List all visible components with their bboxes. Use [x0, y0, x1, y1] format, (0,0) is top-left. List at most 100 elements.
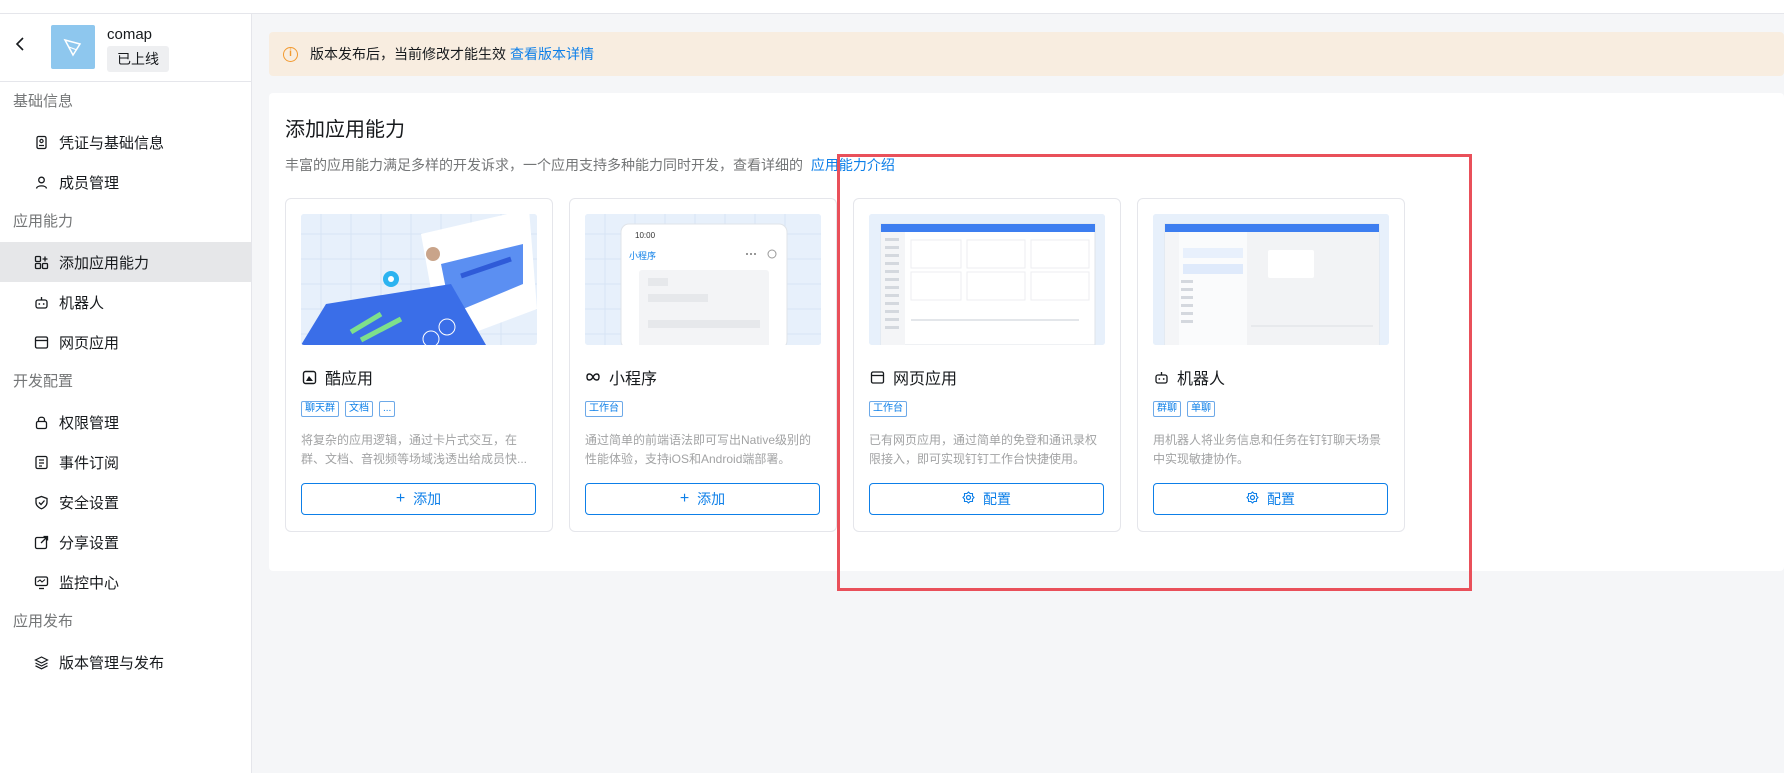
sidebar-item-label: 权限管理	[59, 414, 120, 432]
card-mini-program: 10:00 小程序 小程序 工作台 通过简单的前端语法即可写出Native级别的…	[569, 198, 837, 532]
browser-icon	[869, 369, 885, 385]
back-button[interactable]	[12, 36, 28, 52]
nav-group-title: 开发配置	[13, 373, 74, 390]
tag: 聊天群	[301, 401, 339, 417]
lock-icon	[33, 414, 49, 430]
card-title: 机器人	[1153, 365, 1225, 389]
sidebar-item-label: 凭证与基础信息	[59, 134, 165, 152]
nav-group-title: 基础信息	[13, 93, 74, 110]
grid-add-icon	[33, 254, 49, 270]
page-title: 添加应用能力	[285, 119, 405, 141]
card-cool-app: 酷应用 聊天群 文档 ... 将复杂的应用逻辑，通过卡片式交互，在群、文档、音视…	[285, 198, 553, 532]
nav-group-title: 应用发布	[13, 613, 74, 630]
tag-more[interactable]: ...	[379, 401, 396, 417]
sidebar-nav: 基础信息凭证与基础信息 成员管理应用能力添加应用能力 机器人网页应用开发配置权限管理…	[0, 82, 251, 682]
cool-app-thumbnail	[301, 214, 537, 345]
sidebar-item[interactable]: 监控中心	[0, 562, 251, 602]
info-icon: i	[283, 46, 298, 62]
card-tags: 群聊 单聊	[1153, 401, 1215, 417]
mini-program-illustration	[585, 214, 821, 345]
configure-robot-button[interactable]: 配置	[1153, 483, 1388, 515]
sidebar-item[interactable]: 成员管理	[0, 162, 251, 202]
card-web-app: 网页应用 工作台 已有网页应用，通过简单的免登和通讯录权限接入，即可实现钉钉工作…	[853, 198, 1121, 532]
notice-text: 版本发布后，当前修改才能生效	[310, 46, 506, 62]
shield-icon	[33, 494, 49, 510]
sidebar-item-label: 安全设置	[59, 494, 120, 512]
capability-intro-link[interactable]: 应用能力介绍	[811, 157, 895, 173]
capability-panel: 添加应用能力 丰富的应用能力满足多样的开发诉求，一个应用支持多种能力同时开发，查…	[269, 93, 1784, 571]
card-robot: 机器人 群聊 单聊 用机器人将业务信息和任务在钉钉聊天场景中实现敏捷协作。 配置	[1137, 198, 1405, 532]
card-description: 已有网页应用，通过简单的免登和通讯录权限接入，即可实现钉钉工作台快捷使用。	[869, 433, 1098, 466]
sidebar-item[interactable]: 机器人	[0, 282, 251, 322]
cool-app-icon	[301, 369, 317, 385]
tag: 群聊	[1153, 401, 1181, 417]
robot-icon	[33, 294, 49, 310]
sidebar-item-label: 成员管理	[59, 174, 120, 192]
sidebar-item[interactable]: 网页应用	[0, 322, 251, 362]
mini-program-icon	[585, 369, 601, 385]
sidebar-item-label: 分享设置	[59, 534, 120, 552]
app-name: comap	[107, 26, 153, 43]
robot-illustration	[1153, 214, 1389, 345]
add-cool-app-button[interactable]: + 添加	[301, 483, 536, 515]
view-version-link[interactable]: 查看版本详情	[510, 44, 594, 64]
tag: 工作台	[869, 401, 907, 417]
sidebar-item-label: 监控中心	[59, 574, 120, 592]
tag: 文档	[345, 401, 373, 417]
user-icon	[33, 174, 49, 190]
sidebar-item-label: 事件订阅	[59, 454, 120, 472]
sidebar-item[interactable]: 权限管理	[0, 402, 251, 442]
page-description: 丰富的应用能力满足多样的开发诉求，一个应用支持多种能力同时开发，查看详细的 应用…	[285, 155, 895, 175]
sidebar-item-label: 版本管理与发布	[59, 654, 165, 672]
card-tags: 聊天群 文档 ...	[301, 401, 396, 417]
sidebar-item[interactable]: 添加应用能力	[0, 242, 251, 282]
card-title: 网页应用	[869, 365, 957, 389]
app-logo-icon	[63, 38, 82, 57]
chevron-left-icon	[15, 37, 24, 51]
card-tags: 工作台	[869, 401, 907, 417]
web-app-illustration	[869, 214, 1105, 345]
nav-group-title: 应用能力	[13, 213, 74, 230]
add-mini-program-button[interactable]: + 添加	[585, 483, 820, 515]
gear-icon	[962, 491, 975, 507]
layers-icon	[33, 654, 49, 670]
robot-icon	[1153, 369, 1169, 385]
app-logo	[51, 25, 95, 69]
thumb-time: 10:00	[635, 231, 656, 240]
cool-app-illustration	[301, 214, 537, 345]
sidebar: comap 已上线 基础信息凭证与基础信息 成员管理应用能力添加应用能力 机器人网页…	[0, 14, 252, 773]
plus-icon: +	[395, 490, 406, 507]
card-title: 酷应用	[301, 365, 373, 389]
card-description: 通过简单的前端语法即可写出Native级别的性能体验，支持iOS和Android…	[585, 433, 812, 466]
top-bar	[0, 0, 1784, 14]
tag: 工作台	[585, 401, 623, 417]
sidebar-item[interactable]: 安全设置	[0, 482, 251, 522]
gear-icon	[1246, 491, 1259, 507]
description-text: 丰富的应用能力满足多样的开发诉求，一个应用支持多种能力同时开发，查看详细的	[285, 157, 803, 173]
browser-icon	[33, 334, 49, 350]
sidebar-item-label: 机器人	[59, 294, 105, 312]
credential-icon	[33, 134, 49, 150]
sidebar-item-label: 网页应用	[59, 334, 120, 352]
sidebar-item[interactable]: 版本管理与发布	[0, 642, 251, 682]
thumb-title: 小程序	[629, 251, 657, 261]
card-tags: 工作台	[585, 401, 623, 417]
card-description: 将复杂的应用逻辑，通过卡片式交互，在群、文档、音视频等场域浅透出给成员快...	[301, 433, 528, 466]
web-app-thumbnail	[869, 214, 1105, 345]
share-icon	[33, 534, 49, 550]
sidebar-item[interactable]: 凭证与基础信息	[0, 122, 251, 162]
event-icon	[33, 454, 49, 470]
tag: 单聊	[1187, 401, 1215, 417]
sidebar-item[interactable]: 事件订阅	[0, 442, 251, 482]
card-description: 用机器人将业务信息和任务在钉钉聊天场景中实现敏捷协作。	[1153, 433, 1382, 466]
monitor-icon	[33, 574, 49, 590]
mini-program-thumbnail: 10:00 小程序	[585, 214, 821, 345]
app-status-badge: 已上线	[107, 46, 169, 72]
app-header: comap 已上线	[0, 14, 251, 82]
robot-thumbnail	[1153, 214, 1389, 345]
sidebar-item[interactable]: 分享设置	[0, 522, 251, 562]
sidebar-item-label: 添加应用能力	[59, 254, 150, 272]
publish-notice: i 版本发布后，当前修改才能生效 查看版本详情	[269, 32, 1784, 76]
card-title: 小程序	[585, 365, 657, 389]
configure-web-app-button[interactable]: 配置	[869, 483, 1104, 515]
